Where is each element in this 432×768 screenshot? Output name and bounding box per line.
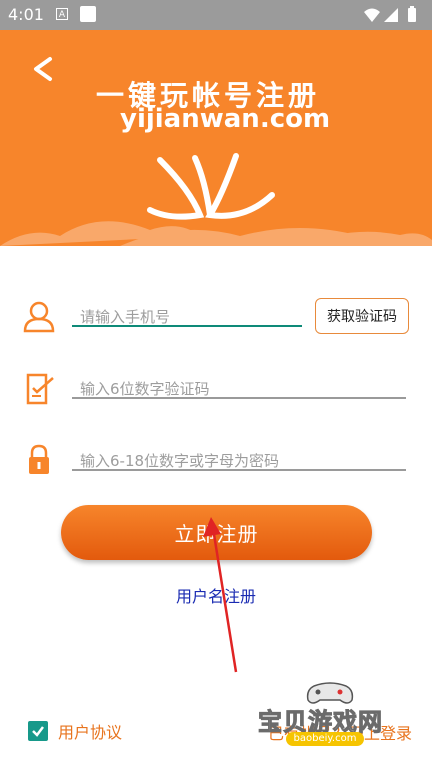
agreement-row[interactable]: 用户协议: [28, 719, 122, 743]
get-code-button[interactable]: 获取验证码: [315, 298, 409, 334]
notification-square-icon: [80, 6, 96, 22]
status-icons: [362, 6, 422, 28]
username-register-link[interactable]: 用户名注册: [0, 583, 432, 607]
lock-icon: [27, 444, 51, 480]
watermark: 宝贝游戏网 baobeiy.com: [256, 680, 406, 760]
phone-underline: [72, 325, 302, 327]
agreement-checkbox[interactable]: [28, 721, 48, 741]
notification-a-icon: A: [56, 8, 68, 20]
header-decoration: [0, 153, 432, 246]
password-underline: [72, 469, 406, 471]
status-bar: 4:01 A: [0, 0, 432, 30]
signal-battery-icon: [364, 6, 416, 22]
agreement-label[interactable]: 用户协议: [58, 719, 122, 743]
code-underline: [72, 397, 406, 399]
status-time: 4:01: [8, 5, 44, 24]
register-button[interactable]: 立即注册: [61, 505, 372, 560]
verification-code-icon: [25, 372, 57, 410]
watermark-url: baobeiy.com: [286, 732, 364, 746]
header-banner: 一键玩帐号注册 yijianwan.com: [0, 30, 432, 246]
user-icon: [22, 300, 56, 338]
check-icon: [32, 726, 44, 737]
